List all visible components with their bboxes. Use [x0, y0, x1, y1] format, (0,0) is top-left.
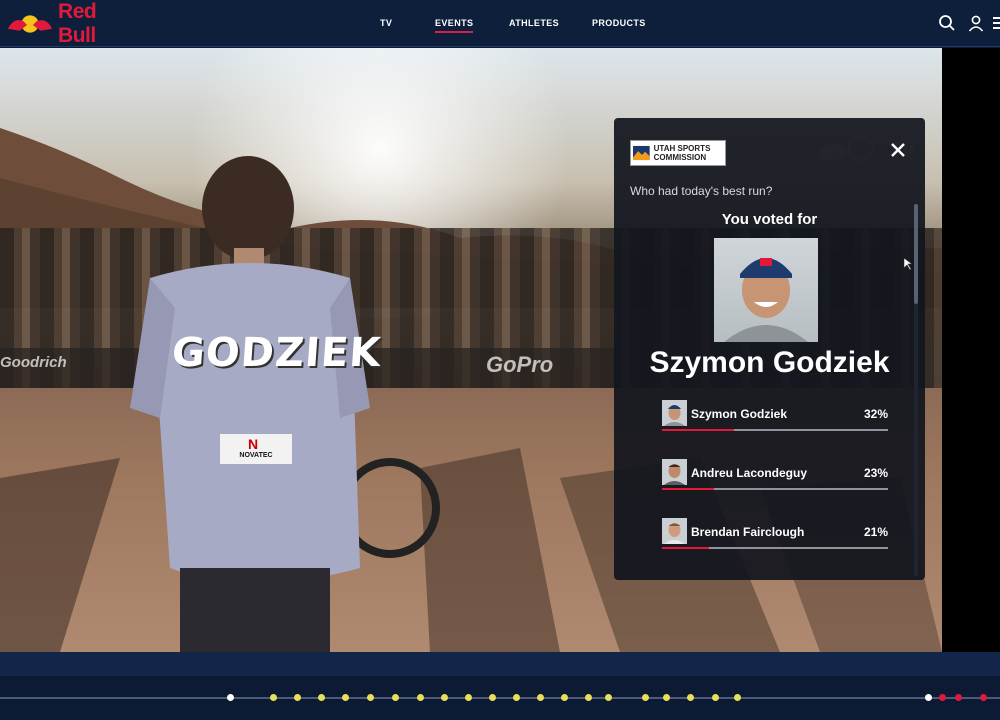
timeline-marker[interactable]	[392, 694, 399, 701]
vote-percent: 21%	[863, 525, 888, 539]
athlete-avatar	[662, 518, 687, 544]
vote-bar-fill	[662, 488, 714, 490]
rider	[130, 156, 370, 652]
timeline-marker[interactable]	[537, 694, 544, 701]
vote-bar	[662, 429, 888, 431]
timeline-marker[interactable]	[465, 694, 472, 701]
timeline-marker[interactable]	[712, 694, 719, 701]
nav-tv[interactable]: TV	[380, 18, 392, 28]
gopro-banner: GoPro	[486, 352, 554, 377]
timeline-marker[interactable]	[441, 694, 448, 701]
nav-athletes[interactable]: ATHLETES	[509, 18, 559, 28]
nav-products[interactable]: PRODUCTS	[592, 18, 646, 28]
timeline-marker[interactable]	[663, 694, 670, 701]
jersey-name: GODZIEK	[170, 330, 383, 376]
nav-events[interactable]: EVENTS	[435, 18, 474, 33]
novatec-logo-icon: N	[248, 436, 259, 452]
timeline-marker[interactable]	[585, 694, 592, 701]
poll-question: Who had today's best run?	[630, 184, 773, 198]
timeline-marker[interactable]	[417, 694, 424, 701]
timeline-marker[interactable]	[270, 694, 277, 701]
athlete-thumb-icon	[664, 405, 685, 426]
timeline-marker[interactable]	[925, 694, 932, 701]
poll-result-row[interactable]: Szymon Godziek 32%	[662, 400, 888, 431]
athlete-name: Andreu Lacondeguy	[691, 466, 808, 480]
timeline-marker[interactable]	[605, 694, 612, 701]
bulls-logo-icon	[7, 15, 53, 33]
sponsor-text: UTAH SPORTS COMMISSION	[653, 144, 711, 162]
jersey-sponsor-patch: N NOVATEC	[220, 434, 292, 464]
voted-for-label: You voted for	[721, 211, 818, 228]
mouse-cursor-icon	[904, 258, 912, 270]
user-icon[interactable]	[967, 14, 985, 32]
timeline-marker[interactable]	[489, 694, 496, 701]
voted-athlete-avatar	[714, 238, 818, 342]
menu-icon[interactable]	[993, 14, 1000, 32]
vote-bar-fill	[662, 547, 710, 549]
athlete-name: Brendan Fairclough	[691, 525, 805, 539]
poll-result-row[interactable]: Andreu Lacondeguy 23%	[662, 459, 888, 490]
timeline-marker[interactable]	[318, 694, 325, 701]
timeline-marker[interactable]	[294, 694, 301, 701]
vote-bar	[662, 488, 888, 490]
top-nav: Red Bull TV EVENTS ATHLETES PRODUCTS	[0, 0, 1000, 47]
timeline-marker[interactable]	[687, 694, 694, 701]
goodrich-banner: Goodrich	[0, 354, 67, 371]
timeline-marker[interactable]	[367, 694, 374, 701]
controls-band	[0, 652, 1000, 676]
athlete-thumb-icon	[664, 464, 685, 485]
poll-result-row[interactable]: Brendan Fairclough 21%	[662, 518, 888, 549]
voted-athlete-name: Szymon Godziek	[649, 346, 890, 379]
vote-percent: 23%	[863, 466, 888, 480]
close-icon[interactable]	[890, 142, 906, 158]
timeline-marker[interactable]	[734, 694, 741, 701]
athlete-thumb-icon	[664, 523, 685, 544]
poll-scrollbar-thumb[interactable]	[914, 204, 918, 304]
athlete-name: Szymon Godziek	[691, 407, 788, 421]
timeline-marker[interactable]	[939, 694, 946, 701]
brand-name: Red Bull	[58, 0, 97, 47]
jersey-sponsor-text: NOVATEC	[239, 452, 273, 459]
timeline-marker[interactable]	[980, 694, 987, 701]
sponsor-logo[interactable]: UTAH SPORTS COMMISSION	[630, 140, 726, 166]
timeline-marker[interactable]	[342, 694, 349, 701]
red-bull-logo[interactable]: Red Bull	[6, 0, 136, 47]
vote-percent: 32%	[863, 407, 888, 421]
timeline-marker[interactable]	[227, 694, 234, 701]
athlete-avatar	[662, 459, 687, 485]
vote-bar	[662, 547, 888, 549]
timeline-marker[interactable]	[513, 694, 520, 701]
poll-panel: UTAH SPORTS COMMISSION Who had today's b…	[614, 118, 925, 580]
player-controls	[0, 652, 1000, 720]
timeline-marker[interactable]	[955, 694, 962, 701]
vote-bar-fill	[662, 429, 735, 431]
video-letterbox	[942, 48, 1000, 652]
athlete-portrait-icon	[724, 258, 808, 342]
utah-mountain-icon	[633, 145, 650, 161]
timeline-track[interactable]	[0, 694, 1000, 701]
timeline-marker[interactable]	[561, 694, 568, 701]
athlete-avatar	[662, 400, 687, 426]
search-icon[interactable]	[938, 14, 956, 32]
timeline-marker[interactable]	[642, 694, 649, 701]
